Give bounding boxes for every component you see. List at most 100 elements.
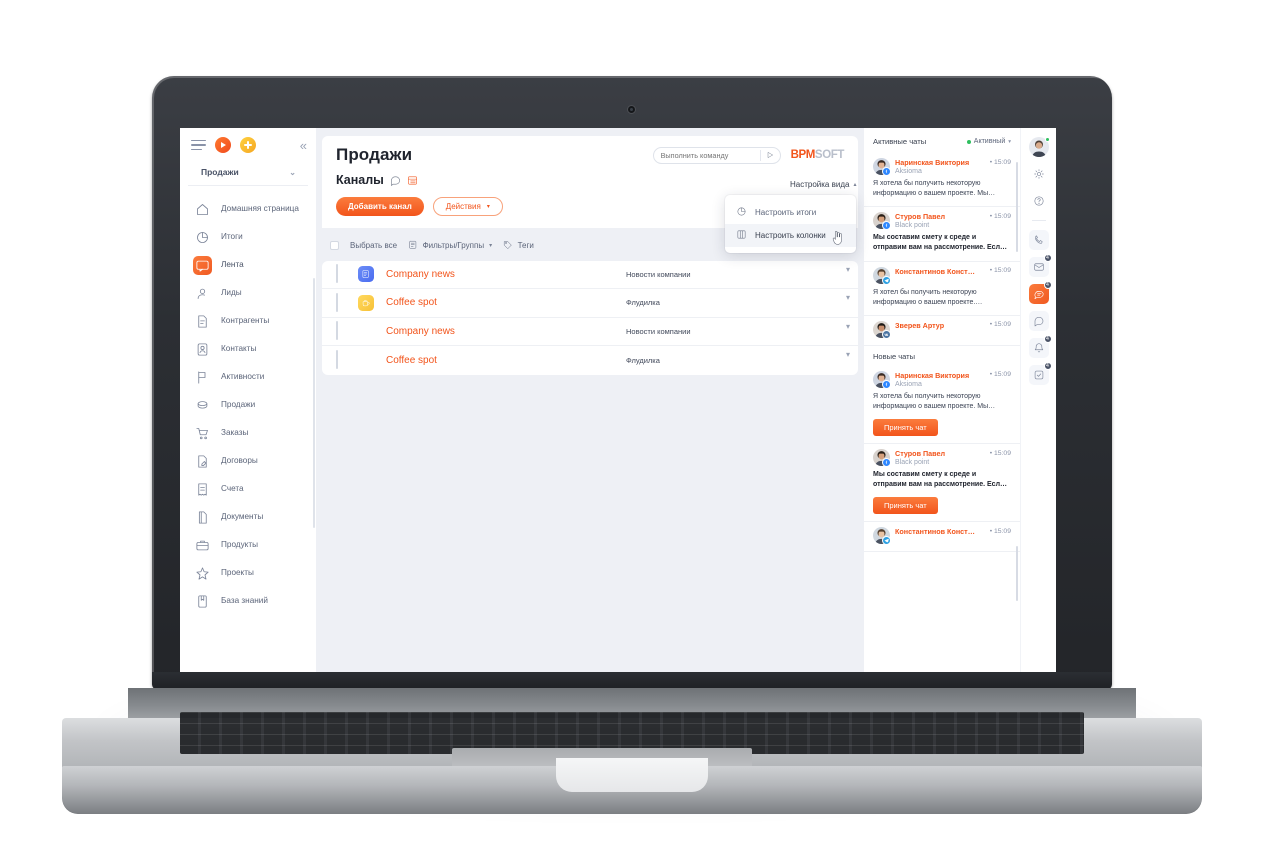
sidebar-item-label: Продукты <box>221 539 258 549</box>
chat-status-selector[interactable]: Активный ▾ <box>966 138 1011 145</box>
avatar <box>873 266 891 285</box>
pie-chart-icon <box>736 206 747 219</box>
page-header: Продажи BPM SOFT <box>322 136 858 165</box>
table-row[interactable]: Coffee spot Флудилка ▾ <box>322 289 858 318</box>
row-checkbox[interactable] <box>336 321 338 341</box>
row-menu-icon[interactable]: ▾ <box>836 289 850 302</box>
chat-list-item[interactable]: Наринская Виктория Aksioma • 15:09 Я хотела… <box>864 366 1020 445</box>
chat-item-meta: Константинов Конст… <box>895 527 985 536</box>
command-input[interactable] <box>653 150 760 160</box>
row-menu-icon[interactable]: ▾ <box>836 318 850 331</box>
select-all-checkbox[interactable] <box>330 241 339 251</box>
rail-button-help-circle[interactable] <box>1029 191 1049 211</box>
chevron-down-icon: ▾ <box>1008 138 1011 145</box>
chat-panel-title: Активные чаты <box>873 137 927 146</box>
accept-chat-button[interactable]: Принять чат <box>873 419 938 437</box>
rail-button-phone[interactable] <box>1028 230 1049 250</box>
chat-list-item[interactable]: Наринская Виктория Aksioma • 15:09 Я хотела… <box>864 153 1020 208</box>
sidebar-item-label: Заказы <box>221 427 249 437</box>
comment-icon <box>1034 317 1043 327</box>
rail-button-comment[interactable] <box>1028 311 1049 331</box>
sidebar-item-8[interactable]: Заказы <box>180 419 316 447</box>
hamburger-menu-icon[interactable] <box>191 139 206 151</box>
rail-button-chats[interactable]: 4 <box>1028 281 1052 304</box>
play-triangle-icon[interactable] <box>761 151 780 159</box>
sidebar-item-10[interactable]: Счета <box>180 475 316 503</box>
row-name[interactable]: Company news <box>386 269 626 280</box>
chat-contact-org: Aksioma <box>895 168 922 175</box>
coins-icon <box>197 400 208 409</box>
table-row[interactable]: Company news Новости компании ▾ <box>322 261 858 289</box>
add-new-icon[interactable] <box>240 137 256 153</box>
sidebar-item-0[interactable]: Домашняя страница <box>180 195 316 223</box>
row-name[interactable]: Coffee spot <box>386 355 626 366</box>
row-menu-icon[interactable]: ▾ <box>836 261 850 274</box>
chat-preview-message: Я хотела бы получить некоторую информаци… <box>873 392 996 410</box>
chat-scrollbar-top[interactable] <box>1016 162 1018 252</box>
sidebar-item-13[interactable]: Проекты <box>180 559 316 587</box>
filters-groups-button[interactable]: Фильтры/Группы ▾ <box>408 240 492 252</box>
sidebar-scrollbar[interactable] <box>312 278 315 528</box>
invoice-icon <box>198 482 207 496</box>
add-channel-button[interactable]: Добавить канал <box>336 197 424 216</box>
sidebar-item-9[interactable]: Договоры <box>180 447 316 475</box>
sidebar-item-11[interactable]: Документы <box>180 503 316 531</box>
row-menu-icon[interactable]: ▾ <box>836 346 850 359</box>
actions-dropdown-button[interactable]: Действия ▾ <box>432 197 503 216</box>
chat-list-item[interactable]: Константинов Конст… • 15:09 <box>864 522 1020 553</box>
sidebar-item-12[interactable]: Продукты <box>180 531 316 559</box>
sidebar-item-14[interactable]: База знаний <box>180 587 316 615</box>
sidebar-item-6[interactable]: Активности <box>180 363 316 391</box>
workspace-selector[interactable]: Продажи ⌄ <box>188 161 308 186</box>
command-bar[interactable] <box>652 146 781 164</box>
view-settings-button[interactable]: Настройка вида ▴ <box>790 180 856 189</box>
sidebar-item-label: Договоры <box>221 455 258 465</box>
sidebar-item-1[interactable]: Итоги <box>180 223 316 251</box>
view-settings-menu-label: Настроить колонки <box>755 231 826 240</box>
sidebar-item-4[interactable]: Контрагенты <box>180 307 316 335</box>
tags-button[interactable]: Теги <box>503 240 534 252</box>
sidebar-item-2[interactable]: Лента <box>180 251 316 279</box>
avatar <box>873 212 891 231</box>
avatar[interactable] <box>1028 137 1050 157</box>
view-settings-menu-item-0[interactable]: Настроить итоги <box>725 201 856 224</box>
chat-list-item[interactable]: Стуров Павел Black point • 15:09 Мы состави… <box>864 444 1020 523</box>
chat-bubble-icon[interactable] <box>390 175 401 186</box>
list-settings-icon[interactable] <box>407 175 418 186</box>
row-checkbox[interactable] <box>336 292 338 312</box>
chat-contact-org: Black point <box>895 222 930 230</box>
row-name[interactable]: Coffee spot <box>386 297 626 308</box>
chevron-down-icon: ▾ <box>486 204 490 210</box>
table-row[interactable]: Coffee spot Флудилка ▾ <box>322 346 858 375</box>
chat-list-item[interactable]: Константинов Конст… • 15:09 Я хотел бы пол… <box>864 262 1020 316</box>
view-settings-menu-label: Настроить итоги <box>755 208 817 217</box>
pie-chart-icon <box>193 228 212 247</box>
new-chats-section-label: Новые чаты <box>873 351 915 361</box>
row-channel-avatar <box>358 266 386 283</box>
star-icon <box>193 564 212 583</box>
sidebar-item-5[interactable]: Контакты <box>180 335 316 363</box>
rail-button-task-check[interactable]: 4 <box>1028 362 1052 385</box>
sidebar-item-3[interactable]: Лиды <box>180 279 316 307</box>
chat-item-meta: Стуров Павел Black point <box>895 449 985 466</box>
row-name[interactable]: Company news <box>386 326 626 337</box>
chat-preview-message: Я хотела бы получить некоторую информаци… <box>873 180 996 198</box>
chat-list-item[interactable]: Зверев Артур • 15:09 <box>864 316 1020 346</box>
select-all-label[interactable]: Выбрать все <box>350 241 397 250</box>
sidebar-item-7[interactable]: Продажи <box>180 391 316 419</box>
table-row[interactable]: Company news Новости компании ▾ <box>322 318 858 346</box>
rail-button-mail[interactable]: 4 <box>1028 254 1052 277</box>
pie-chart-icon <box>737 207 746 216</box>
row-checkbox[interactable] <box>336 350 338 370</box>
run-process-icon[interactable] <box>215 137 231 153</box>
chat-item-meta: Зверев Артур <box>895 321 985 330</box>
rail-button-gear[interactable] <box>1029 164 1049 184</box>
chat-list-item[interactable]: Стуров Павел Black point • 15:09 Мы состави… <box>864 207 1020 262</box>
accept-chat-button[interactable]: Принять чат <box>873 497 938 515</box>
chat-item-top: Зверев Артур • 15:09 <box>873 320 1011 339</box>
rail-button-bell[interactable]: 4 <box>1028 335 1052 358</box>
chat-scrollbar-bottom[interactable] <box>1016 546 1018 601</box>
chats-icon <box>1034 291 1044 300</box>
row-checkbox[interactable] <box>336 264 338 284</box>
collapse-sidebar-icon[interactable]: « <box>300 139 307 152</box>
